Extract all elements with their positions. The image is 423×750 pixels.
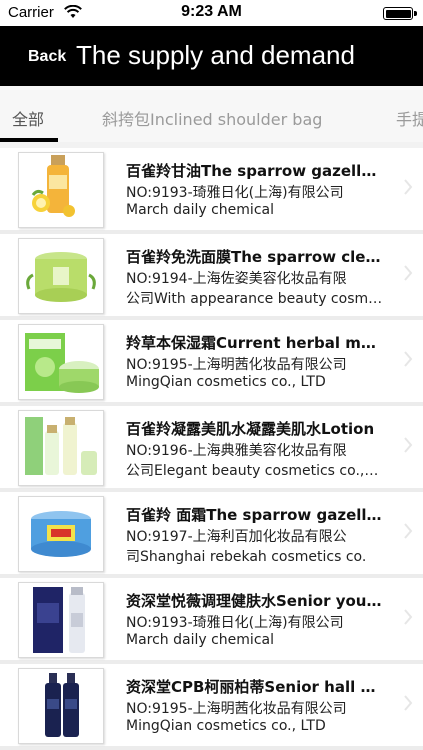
- product-list[interactable]: 百雀羚甘油The sparrow gazelle glycerin NO:919…: [0, 142, 423, 750]
- product-name: 百雀羚 面霜The sparrow gazelle cream: [126, 506, 384, 524]
- product-company: 司Shanghai rebekah cosmetics co.: [126, 549, 367, 565]
- chevron-right-icon: [404, 351, 413, 367]
- product-number: NO:9196-上海典雅美容化妆品有限: [126, 443, 347, 459]
- product-number: NO:9194-上海佐姿美容化妆品有限: [126, 271, 347, 287]
- product-name: 羚草本保湿霜Current herbal moisturizer: [126, 334, 384, 352]
- chevron-right-icon: [404, 437, 413, 453]
- list-item[interactable]: 羚草本保湿霜Current herbal moisturizer NO:9195…: [0, 320, 423, 406]
- product-image: [18, 152, 104, 228]
- product-image: [18, 668, 104, 744]
- product-name: 百雀羚免洗面膜The sparrow clean mask: [126, 248, 384, 266]
- product-company: 公司Elegant beauty cosmetics co.,Ltd: [126, 463, 384, 479]
- list-item[interactable]: 百雀羚凝露美肌水凝露美肌水Lotion NO:9196-上海典雅美容化妆品有限 …: [0, 406, 423, 492]
- status-bar: Carrier 9:23 AM: [0, 0, 423, 26]
- page-title: The supply and demand: [76, 40, 355, 70]
- product-image: [18, 238, 104, 314]
- clock: 9:23 AM: [181, 3, 242, 20]
- product-company: March daily chemical: [126, 632, 274, 648]
- product-company: March daily chemical: [126, 202, 274, 218]
- navigation-bar: Back The supply and demand: [0, 26, 423, 86]
- chevron-right-icon: [404, 179, 413, 195]
- back-button[interactable]: Back: [28, 48, 66, 66]
- product-company: 公司With appearance beauty cosmetics: [126, 291, 384, 307]
- product-image: [18, 582, 104, 658]
- list-item[interactable]: 资深堂CPB柯丽柏蒂Senior hall CPB NO:9195-上海明茜化妆…: [0, 664, 423, 750]
- chevron-right-icon: [404, 265, 413, 281]
- product-number: NO:9193-琦雅日化(上海)有限公司: [126, 615, 344, 631]
- product-company: MingQian cosmetics co., LTD: [126, 374, 326, 390]
- product-image: [18, 410, 104, 486]
- list-item[interactable]: 百雀羚 面霜The sparrow gazelle cream NO:9197-…: [0, 492, 423, 578]
- product-number: NO:9195-上海明茜化妆品有限公司: [126, 701, 347, 717]
- product-company: MingQian cosmetics co., LTD: [126, 718, 326, 734]
- tab-shoulder-bag[interactable]: 斜挎包Inclined shoulder bag: [102, 106, 322, 130]
- list-item[interactable]: 资深堂悦薇调理健肤水Senior youth water NO:9193-琦雅日…: [0, 578, 423, 664]
- product-number: NO:9197-上海利百加化妆品有限公: [126, 529, 347, 545]
- product-image: [18, 496, 104, 572]
- product-number: NO:9193-琦雅日化(上海)有限公司: [126, 185, 344, 201]
- chevron-right-icon: [404, 695, 413, 711]
- product-name: 百雀羚凝露美肌水凝露美肌水Lotion: [126, 420, 375, 438]
- product-name: 资深堂悦薇调理健肤水Senior youth water: [126, 592, 384, 610]
- tab-all[interactable]: 全部: [12, 106, 44, 130]
- list-item[interactable]: 百雀羚免洗面膜The sparrow clean mask NO:9194-上海…: [0, 234, 423, 320]
- battery-icon: [383, 7, 413, 20]
- chevron-right-icon: [404, 609, 413, 625]
- tab-handbag[interactable]: 手提: [396, 106, 423, 130]
- chevron-right-icon: [404, 523, 413, 539]
- category-tabs: 全部 斜挎包Inclined shoulder bag 手提: [0, 86, 423, 142]
- product-name: 资深堂CPB柯丽柏蒂Senior hall CPB: [126, 678, 384, 696]
- battery-tip: [414, 11, 417, 16]
- product-name: 百雀羚甘油The sparrow gazelle glycerin: [126, 162, 384, 180]
- product-number: NO:9195-上海明茜化妆品有限公司: [126, 357, 347, 373]
- product-image: [18, 324, 104, 400]
- list-item[interactable]: 百雀羚甘油The sparrow gazelle glycerin NO:919…: [0, 148, 423, 234]
